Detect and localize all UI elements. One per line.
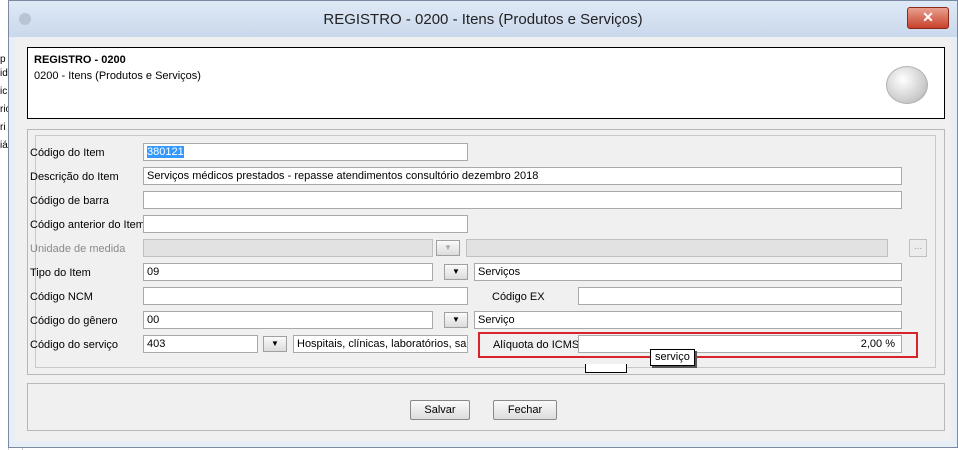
unidade-medida-description	[466, 239, 888, 257]
header-title: REGISTRO - 0200	[34, 54, 126, 66]
codigo-servico-input[interactable]: 403	[143, 335, 258, 353]
background-text: ri	[0, 122, 6, 133]
codigo-genero-label: Código do gênero	[30, 315, 118, 327]
codigo-genero-description: Serviço	[474, 311, 902, 329]
background-text: iá	[0, 140, 8, 151]
background-text: ic	[0, 86, 8, 97]
window-title: REGISTRO - 0200 - Itens (Produtos e Serv…	[323, 11, 643, 28]
codigo-item-input[interactable]: 380121	[143, 143, 468, 161]
codigo-barra-input[interactable]	[143, 191, 902, 209]
dialog-body: REGISTRO - 0200 0200 - Itens (Produtos e…	[15, 37, 951, 441]
codigo-ex-label: Código EX	[492, 291, 545, 303]
aliquota-highlight-annotation	[478, 332, 918, 358]
background-text: id	[0, 68, 8, 79]
codigo-servico-description: Hospitais, clínicas, laboratórios, sa	[293, 335, 468, 353]
save-button[interactable]: Salvar	[410, 400, 470, 420]
codigo-ex-input[interactable]	[578, 287, 902, 305]
tipo-item-input[interactable]: 09	[143, 263, 433, 281]
codigo-barra-label: Código de barra	[30, 195, 109, 207]
tipo-item-label: Tipo do Item	[30, 267, 91, 279]
descricao-item-label: Descrição do Item	[30, 171, 119, 183]
tooltip-shadow-fragment	[585, 364, 627, 373]
codigo-genero-input[interactable]: 00	[143, 311, 433, 329]
title-bar[interactable]: REGISTRO - 0200 - Itens (Produtos e Serv…	[9, 1, 957, 37]
codigo-genero-dropdown-icon[interactable]: ▼	[444, 312, 468, 328]
tipo-item-description: Serviços	[474, 263, 902, 281]
header-subtitle: 0200 - Itens (Produtos e Serviços)	[34, 70, 201, 82]
codigo-item-label: Código do Item	[30, 147, 105, 159]
registro-0200-dialog: REGISTRO - 0200 - Itens (Produtos e Serv…	[8, 0, 958, 448]
codigo-anterior-label: Código anterior do Item	[30, 219, 145, 231]
codigo-servico-label: Código do serviço	[30, 339, 119, 351]
codigo-ncm-input[interactable]	[143, 287, 468, 305]
button-panel: Salvar Fechar	[27, 383, 945, 431]
close-button[interactable]: Fechar	[493, 400, 557, 420]
unidade-medida-lookup-button: ...	[909, 239, 927, 257]
codigo-ncm-label: Código NCM	[30, 291, 93, 303]
tooltip: serviço	[650, 349, 695, 366]
unidade-medida-label: Unidade de medida	[30, 243, 126, 255]
unidade-medida-input	[143, 239, 433, 257]
tipo-item-dropdown-icon[interactable]: ▼	[444, 264, 468, 280]
codigo-item-value: 380121	[147, 146, 184, 158]
unidade-medida-dropdown-icon: ▼	[436, 240, 460, 256]
background-text: p	[0, 54, 6, 65]
globe-logo-icon	[886, 66, 928, 104]
descricao-item-input[interactable]: Serviços médicos prestados - repasse ate…	[143, 167, 902, 185]
codigo-servico-dropdown-icon[interactable]: ▼	[263, 336, 287, 352]
close-icon[interactable]: ✕	[907, 7, 949, 29]
codigo-anterior-input[interactable]	[143, 215, 468, 233]
header-box: REGISTRO - 0200 0200 - Itens (Produtos e…	[27, 47, 945, 119]
